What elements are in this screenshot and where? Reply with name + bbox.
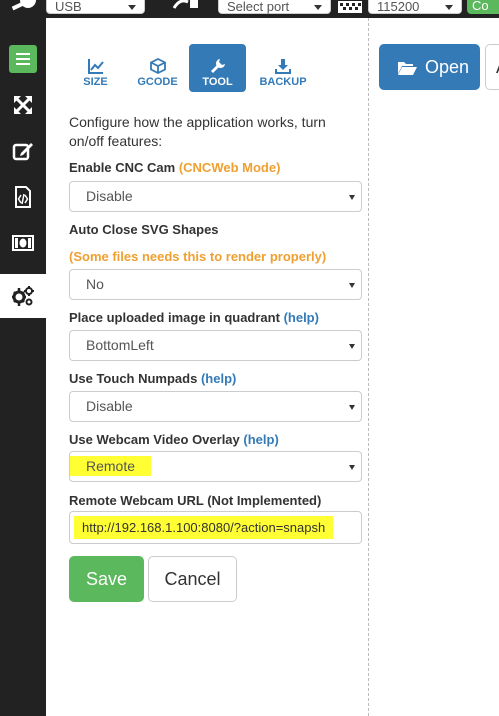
numpads-select[interactable]: Disable <box>69 391 362 422</box>
save-button[interactable]: Save <box>69 556 144 602</box>
numpads-help-link[interactable]: (help) <box>201 371 236 386</box>
cancel-button[interactable]: Cancel <box>148 556 237 602</box>
edit-icon <box>12 143 33 161</box>
wrench-icon <box>210 59 225 73</box>
tab-size[interactable]: SIZE <box>68 44 123 92</box>
left-sidebar <box>0 18 46 716</box>
connect-button[interactable]: Co <box>467 0 499 14</box>
auto-close-label: Auto Close SVG Shapes <box>69 222 219 237</box>
quadrant-label: Place uploaded image in quadrant (help) <box>69 310 319 325</box>
connection-select-value: USB <box>55 0 82 14</box>
webcam-url-value: http://192.168.1.100:8080/?action=snapsh <box>74 516 334 539</box>
search-icon <box>6 0 36 17</box>
tab-gcode[interactable]: GCODE <box>130 44 185 92</box>
port-select-value: Select port <box>227 0 290 14</box>
baud-select-value: 115200 <box>377 0 420 14</box>
file-code-icon <box>15 186 31 208</box>
tab-tool[interactable]: TOOL <box>189 44 246 92</box>
cnc-cam-label: Enable CNC Cam (CNCWeb Mode) <box>69 160 280 175</box>
partial-button[interactable]: A <box>485 44 499 90</box>
numpads-label-text: Use Touch Numpads <box>69 371 198 386</box>
open-button[interactable]: Open <box>379 44 480 90</box>
baud-rate-icon <box>338 0 362 18</box>
cnc-cam-note: (CNCWeb Mode) <box>178 160 281 175</box>
chevron-down-icon <box>349 283 355 288</box>
quadrant-help-link[interactable]: (help) <box>284 310 319 325</box>
download-icon <box>275 59 291 74</box>
cube-icon <box>149 58 166 74</box>
sidebar-item-file-code[interactable] <box>0 175 46 219</box>
auto-close-value: No <box>86 276 104 292</box>
tab-label: BACKUP <box>259 76 307 88</box>
tab-label: TOOL <box>202 76 233 88</box>
webcam-url-input[interactable]: http://192.168.1.100:8080/?action=snapsh <box>69 511 362 544</box>
sidebar-item-expand[interactable] <box>0 83 46 127</box>
webcam-overlay-label: Use Webcam Video Overlay (help) <box>69 432 279 447</box>
numpads-label: Use Touch Numpads (help) <box>69 371 236 386</box>
chevron-down-icon <box>349 465 355 470</box>
expand-icon <box>13 95 33 115</box>
baud-select[interactable]: 115200 <box>368 0 462 14</box>
webcam-url-label: Remote Webcam URL (Not Implemented) <box>69 493 322 508</box>
chart-icon <box>87 59 104 74</box>
tab-backup[interactable]: BACKUP <box>250 44 316 92</box>
intro-text: Configure how the application works, tur… <box>69 114 326 149</box>
top-toolbar: USB Select port 115200 Co <box>0 0 499 18</box>
chevron-down-icon <box>349 405 355 410</box>
chevron-down-icon <box>349 195 355 200</box>
cogs-icon <box>12 286 34 306</box>
sidebar-item-menu[interactable] <box>0 37 46 81</box>
quadrant-value: BottomLeft <box>86 337 154 353</box>
plug-icon <box>170 0 212 18</box>
webcam-overlay-value: Remote <box>70 456 152 476</box>
numpads-value: Disable <box>86 398 133 414</box>
port-select[interactable]: Select port <box>218 0 331 14</box>
money-icon <box>12 235 34 251</box>
sidebar-item-settings[interactable] <box>0 274 46 318</box>
quadrant-select[interactable]: BottomLeft <box>69 330 362 361</box>
cnc-cam-select[interactable]: Disable <box>69 181 362 212</box>
sidebar-item-money[interactable] <box>0 221 46 265</box>
open-button-label: Open <box>425 57 470 77</box>
chevron-down-icon <box>349 344 355 349</box>
chevron-down-icon <box>314 5 322 10</box>
chevron-down-icon <box>445 5 453 10</box>
menu-icon <box>9 45 37 73</box>
auto-close-select[interactable]: No <box>69 269 362 300</box>
auto-close-note: (Some files needs this to render properl… <box>69 249 327 264</box>
connection-select[interactable]: USB <box>46 0 145 14</box>
quadrant-label-text: Place uploaded image in quadrant <box>69 310 280 325</box>
tab-label: GCODE <box>137 76 178 88</box>
panel-divider <box>368 18 369 716</box>
webcam-overlay-help-link[interactable]: (help) <box>243 432 278 447</box>
cnc-cam-value: Disable <box>86 188 133 204</box>
cnc-cam-label-text: Enable CNC Cam <box>69 160 176 175</box>
sidebar-item-edit[interactable] <box>0 129 46 173</box>
webcam-overlay-select[interactable]: Remote <box>69 451 362 482</box>
settings-panel: SIZE GCODE TOOL BACKUP Configure how the… <box>46 18 369 716</box>
tab-label: SIZE <box>83 76 108 88</box>
chevron-down-icon <box>128 5 136 10</box>
webcam-overlay-label-text: Use Webcam Video Overlay <box>69 432 240 447</box>
folder-open-icon <box>398 62 417 76</box>
